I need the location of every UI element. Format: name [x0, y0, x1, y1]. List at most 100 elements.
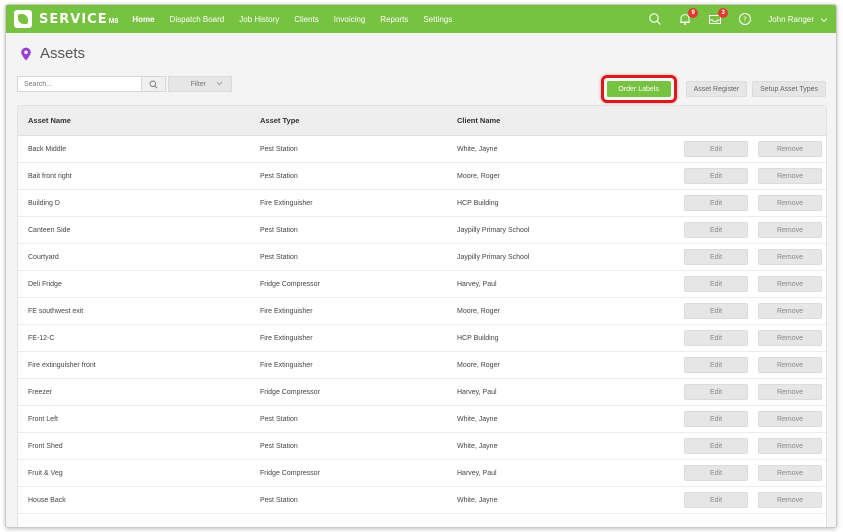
filter-label: Filter	[190, 80, 206, 88]
notifications-badge: 9	[688, 8, 699, 18]
edit-button[interactable]: Edit	[684, 222, 748, 238]
asset-register-button[interactable]: Asset Register	[685, 81, 748, 97]
search-bar	[17, 76, 167, 92]
edit-button[interactable]: Edit	[684, 195, 748, 211]
table-row[interactable]: Front Left Pest Station White, Jayne Edit Re…	[18, 406, 826, 433]
nav-job-history[interactable]: Job History	[239, 15, 279, 24]
nav-invoicing[interactable]: Invoicing	[334, 15, 366, 24]
search-button[interactable]	[142, 76, 166, 92]
asset-type-cell: Pest Station	[260, 415, 298, 423]
table-row[interactable]: House Back Pest Station White, Jayne Edit Re…	[18, 487, 826, 514]
remove-button[interactable]: Remove	[758, 195, 822, 211]
asset-actions: Order Labels Asset Register Setup Asset …	[600, 75, 826, 103]
edit-button[interactable]: Edit	[684, 249, 748, 265]
table-row[interactable]: Building D Fire Extinguisher HCP Building E…	[18, 190, 826, 217]
remove-button[interactable]: Remove	[758, 438, 822, 454]
edit-button[interactable]: Edit	[684, 465, 748, 481]
chevron-down-icon[interactable]	[820, 10, 828, 28]
client-name-cell: HCP Building	[457, 334, 499, 342]
nav-dispatch-board[interactable]: Dispatch Board	[170, 15, 225, 24]
asset-name-cell: FE-12-C	[28, 334, 55, 342]
remove-button[interactable]: Remove	[758, 222, 822, 238]
remove-button[interactable]: Remove	[758, 357, 822, 373]
svg-text:?: ?	[743, 16, 747, 24]
edit-button[interactable]: Edit	[684, 411, 748, 427]
remove-button[interactable]: Remove	[758, 141, 822, 157]
client-name-cell: White, Jayne	[457, 442, 498, 450]
edit-button[interactable]: Edit	[684, 384, 748, 400]
table-row[interactable]: Bait front right Pest Station Moore, Roger…	[18, 163, 826, 190]
header-tools: 9 3 ? John Ranger	[632, 5, 836, 33]
help-icon[interactable]: ?	[738, 12, 752, 26]
table-row[interactable]: Courtyard Pest Station Jaypilly Primary Sc…	[18, 244, 826, 271]
remove-button[interactable]: Remove	[758, 276, 822, 292]
table-row[interactable]: Freezer Fridge Compressor Harvey, Paul Edit…	[18, 379, 826, 406]
asset-type-cell: Fire Extinguisher	[260, 307, 313, 315]
row-actions: Edit Remove	[673, 168, 826, 184]
row-actions: Edit Remove	[673, 465, 826, 481]
nav-clients[interactable]: Clients	[294, 15, 318, 24]
edit-button[interactable]: Edit	[684, 168, 748, 184]
asset-type-cell: Pest Station	[260, 496, 298, 504]
edit-button[interactable]: Edit	[684, 141, 748, 157]
row-actions: Edit Remove	[673, 222, 826, 238]
asset-name-cell: Back Middle	[28, 145, 67, 153]
remove-button[interactable]: Remove	[758, 330, 822, 346]
column-header-asset-name[interactable]: Asset Name	[18, 116, 250, 125]
row-actions: Edit Remove	[673, 195, 826, 211]
search-input[interactable]	[17, 76, 142, 92]
remove-button[interactable]: Remove	[758, 168, 822, 184]
asset-name-cell: Front Left	[28, 415, 58, 423]
client-name-cell: White, Jayne	[457, 415, 498, 423]
client-name-cell: Jaypilly Primary School	[457, 226, 530, 234]
setup-asset-types-button[interactable]: Setup Asset Types	[752, 81, 826, 97]
edit-button[interactable]: Edit	[684, 303, 748, 319]
table-row[interactable]: Deli Fridge Fridge Compressor Harvey, Paul…	[18, 271, 826, 298]
logo-suffix: M8	[108, 17, 119, 25]
asset-type-cell: Pest Station	[260, 145, 298, 153]
nav-settings[interactable]: Settings	[423, 15, 452, 24]
nav-reports[interactable]: Reports	[380, 15, 408, 24]
table-row[interactable]: FE-12-C Fire Extinguisher HCP Building Edit…	[18, 325, 826, 352]
row-actions: Edit Remove	[673, 438, 826, 454]
remove-button[interactable]: Remove	[758, 303, 822, 319]
row-actions: Edit Remove	[673, 249, 826, 265]
asset-name-cell: Freezer	[28, 388, 53, 396]
table-row[interactable]: Canteen Side Pest Station Jaypilly Primary…	[18, 217, 826, 244]
remove-button[interactable]: Remove	[758, 411, 822, 427]
edit-button[interactable]: Edit	[684, 276, 748, 292]
order-labels-button[interactable]: Order Labels	[606, 81, 671, 97]
table-row[interactable]: Fire extinguisher front Fire Extinguisher…	[18, 352, 826, 379]
remove-button[interactable]: Remove	[758, 249, 822, 265]
table-row[interactable]: Front Shed Pest Station White, Jayne Edit Re…	[18, 433, 826, 460]
remove-button[interactable]: Remove	[758, 465, 822, 481]
edit-button[interactable]: Edit	[684, 492, 748, 508]
edit-button[interactable]: Edit	[684, 357, 748, 373]
remove-button[interactable]: Remove	[758, 384, 822, 400]
user-menu[interactable]: John Ranger	[768, 15, 814, 24]
remove-button[interactable]: Remove	[758, 492, 822, 508]
filter-dropdown[interactable]: Filter	[168, 76, 232, 92]
row-actions: Edit Remove	[673, 141, 826, 157]
client-name-cell: Jaypilly Primary School	[457, 253, 530, 261]
asset-type-cell: Fridge Compressor	[260, 469, 320, 477]
column-header-asset-type[interactable]: Asset Type	[250, 116, 447, 125]
edit-button[interactable]: Edit	[684, 438, 748, 454]
messages-button[interactable]: 3	[708, 8, 729, 26]
asset-name-cell: Front Shed	[28, 442, 63, 450]
search-icon[interactable]	[648, 12, 662, 26]
row-actions: Edit Remove	[673, 357, 826, 373]
asset-type-cell: Fridge Compressor	[260, 388, 320, 396]
table-row[interactable]: Fruit & Veg Fridge Compressor Harvey, Paul…	[18, 460, 826, 487]
column-header-client-name[interactable]: Client Name	[447, 116, 673, 125]
nav-home[interactable]: Home	[132, 15, 154, 24]
table-row[interactable]: FE southwest exit Fire Extinguisher Moore,…	[18, 298, 826, 325]
edit-button[interactable]: Edit	[684, 330, 748, 346]
asset-type-cell: Fridge Compressor	[260, 280, 320, 288]
notifications-button[interactable]: 9	[678, 8, 699, 26]
brand-logo[interactable]: SERVICE M8	[14, 5, 118, 33]
top-navigation-bar: SERVICE M8 Home Dispatch Board Job Histo…	[6, 5, 836, 33]
table-row[interactable]: Back Middle Pest Station White, Jayne Edit R…	[18, 136, 826, 163]
client-name-cell: Harvey, Paul	[457, 280, 497, 288]
client-name-cell: White, Jayne	[457, 145, 498, 153]
